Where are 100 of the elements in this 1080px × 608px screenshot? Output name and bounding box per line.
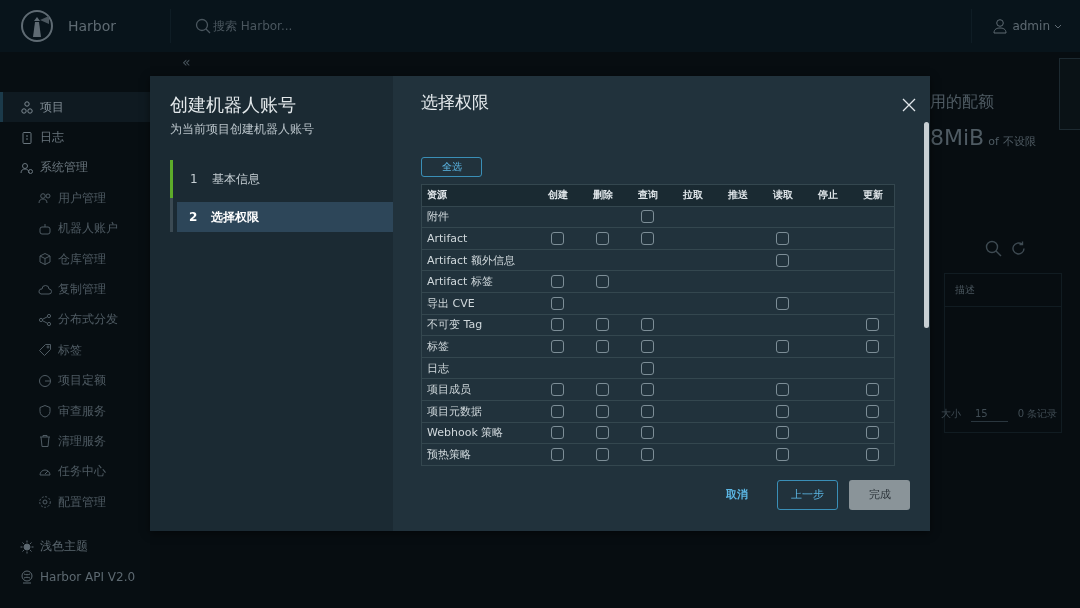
quota-value: 8MiB — [930, 125, 985, 150]
permission-checkbox[interactable] — [551, 318, 564, 332]
column-header: 更新 — [862, 188, 883, 202]
resource-name: 导出 CVE — [426, 295, 475, 311]
user-icon — [992, 18, 1009, 34]
sidebar-item[interactable]: 配置管理 — [0, 487, 150, 518]
permission-checkbox[interactable] — [641, 318, 654, 332]
column-header: 读取 — [772, 188, 793, 202]
permission-checkbox[interactable] — [596, 426, 609, 440]
permission-checkbox[interactable] — [596, 339, 609, 353]
sidebar-item[interactable]: 清理服务 — [0, 426, 150, 457]
permission-checkbox[interactable] — [641, 404, 654, 418]
sidebar-item[interactable]: 分布式分发 — [0, 304, 150, 336]
cancel-button[interactable]: 取消 — [708, 479, 766, 510]
permission-checkbox[interactable] — [551, 426, 564, 440]
resource-name: Webhook 策略 — [426, 425, 504, 441]
page-size-select[interactable]: 15 — [971, 406, 1008, 422]
resource-name: 标签 — [426, 338, 449, 354]
permission-checkbox[interactable] — [866, 318, 879, 332]
permission-checkbox[interactable] — [776, 339, 789, 353]
quota-limit: 不设限 — [1002, 134, 1036, 149]
resource-name: 不可变 Tag — [426, 317, 483, 333]
close-icon[interactable] — [902, 98, 916, 112]
user-menu[interactable]: admin — [971, 9, 1080, 43]
refresh-icon[interactable] — [1010, 240, 1027, 257]
select-all-button[interactable]: 全选 — [421, 157, 482, 177]
sidebar-item[interactable]: 仓库管理 — [0, 243, 150, 275]
dialog-title: 创建机器人账号 — [170, 93, 297, 117]
permission-checkbox[interactable] — [641, 447, 654, 461]
permission-checkbox[interactable] — [776, 253, 789, 267]
back-button[interactable]: 上一步 — [777, 479, 838, 510]
nav-icon — [38, 252, 52, 267]
column-header: 停止 — [817, 188, 838, 202]
permission-checkbox[interactable] — [551, 296, 564, 310]
resource-name: 预热策略 — [426, 446, 471, 462]
nav-icon — [38, 312, 52, 327]
permission-checkbox[interactable] — [776, 426, 789, 440]
permission-checkbox[interactable] — [776, 232, 789, 245]
collapse-icon[interactable]: « — [182, 54, 191, 70]
permission-checkbox[interactable] — [776, 404, 789, 418]
permission-checkbox[interactable] — [596, 404, 609, 418]
sidebar-item[interactable]: 系统管理 — [0, 152, 150, 184]
wizard-step[interactable]: 2 选择权限 — [177, 202, 393, 232]
nav-icon — [38, 495, 52, 510]
permission-checkbox[interactable] — [641, 232, 654, 245]
permission-checkbox[interactable] — [596, 383, 609, 397]
permission-checkbox[interactable] — [641, 426, 654, 440]
resource-name: 附件 — [426, 209, 449, 225]
permission-checkbox[interactable] — [551, 232, 564, 245]
sidebar-item[interactable]: 项目定额 — [0, 365, 150, 396]
permission-checkbox[interactable] — [596, 318, 609, 332]
permission-checkbox[interactable] — [641, 339, 654, 353]
nav-icon — [38, 404, 52, 419]
permission-checkbox[interactable] — [596, 275, 609, 289]
nav-icon — [38, 191, 52, 206]
permission-checkbox[interactable] — [776, 447, 789, 461]
permission-checkbox[interactable] — [866, 447, 879, 461]
permission-checkbox[interactable] — [551, 339, 564, 353]
sidebar-item[interactable]: 复制管理 — [0, 274, 150, 305]
sidebar-item[interactable]: 审查服务 — [0, 395, 150, 427]
sidebar-link[interactable]: 浅色主题 — [0, 531, 150, 562]
app-name: Harbor — [68, 18, 117, 34]
permission-checkbox[interactable] — [641, 361, 654, 375]
permission-checkbox[interactable] — [866, 426, 879, 440]
dialog-subtitle: 为当前项目创建机器人账号 — [170, 121, 315, 138]
permission-checkbox[interactable] — [641, 383, 654, 397]
permission-checkbox[interactable] — [776, 383, 789, 397]
nav-icon — [20, 130, 34, 145]
nav-icon — [38, 282, 52, 297]
permission-checkbox[interactable] — [596, 447, 609, 461]
resource-name: Artifact — [426, 232, 468, 245]
sidebar-link[interactable]: Harbor API V2.0 — [0, 561, 150, 593]
permission-checkbox[interactable] — [866, 383, 879, 397]
sidebar-item[interactable]: 项目 — [0, 92, 150, 123]
sidebar-item[interactable]: 用户管理 — [0, 183, 150, 214]
permission-checkbox[interactable] — [641, 210, 654, 224]
caret-icon — [1054, 22, 1062, 30]
resource-name: 日志 — [426, 360, 449, 376]
column-header: 创建 — [547, 188, 568, 202]
permission-checkbox[interactable] — [551, 447, 564, 461]
permission-checkbox[interactable] — [776, 296, 789, 310]
permission-checkbox[interactable] — [551, 275, 564, 289]
sidebar-item[interactable]: 标签 — [0, 335, 150, 366]
resource-name: Artifact 额外信息 — [426, 252, 515, 268]
scrollbar-thumb[interactable] — [924, 122, 929, 328]
resource-name: Artifact 标签 — [426, 274, 493, 290]
permission-checkbox[interactable] — [596, 232, 609, 245]
sidebar-item[interactable]: 任务中心 — [0, 456, 150, 488]
nav-icon — [38, 434, 52, 449]
permission-checkbox[interactable] — [551, 383, 564, 397]
permission-checkbox[interactable] — [866, 339, 879, 353]
globe-icon — [20, 570, 34, 585]
column-header: 删除 — [592, 188, 613, 202]
column-header: 资源 — [426, 188, 447, 202]
search-icon[interactable] — [985, 240, 1002, 257]
search-field[interactable]: 搜索 Harbor... — [213, 17, 293, 35]
sidebar-item[interactable]: 机器人账户 — [0, 213, 150, 244]
permission-checkbox[interactable] — [866, 404, 879, 418]
sidebar-item[interactable]: 日志 — [0, 122, 150, 153]
permission-checkbox[interactable] — [551, 404, 564, 418]
